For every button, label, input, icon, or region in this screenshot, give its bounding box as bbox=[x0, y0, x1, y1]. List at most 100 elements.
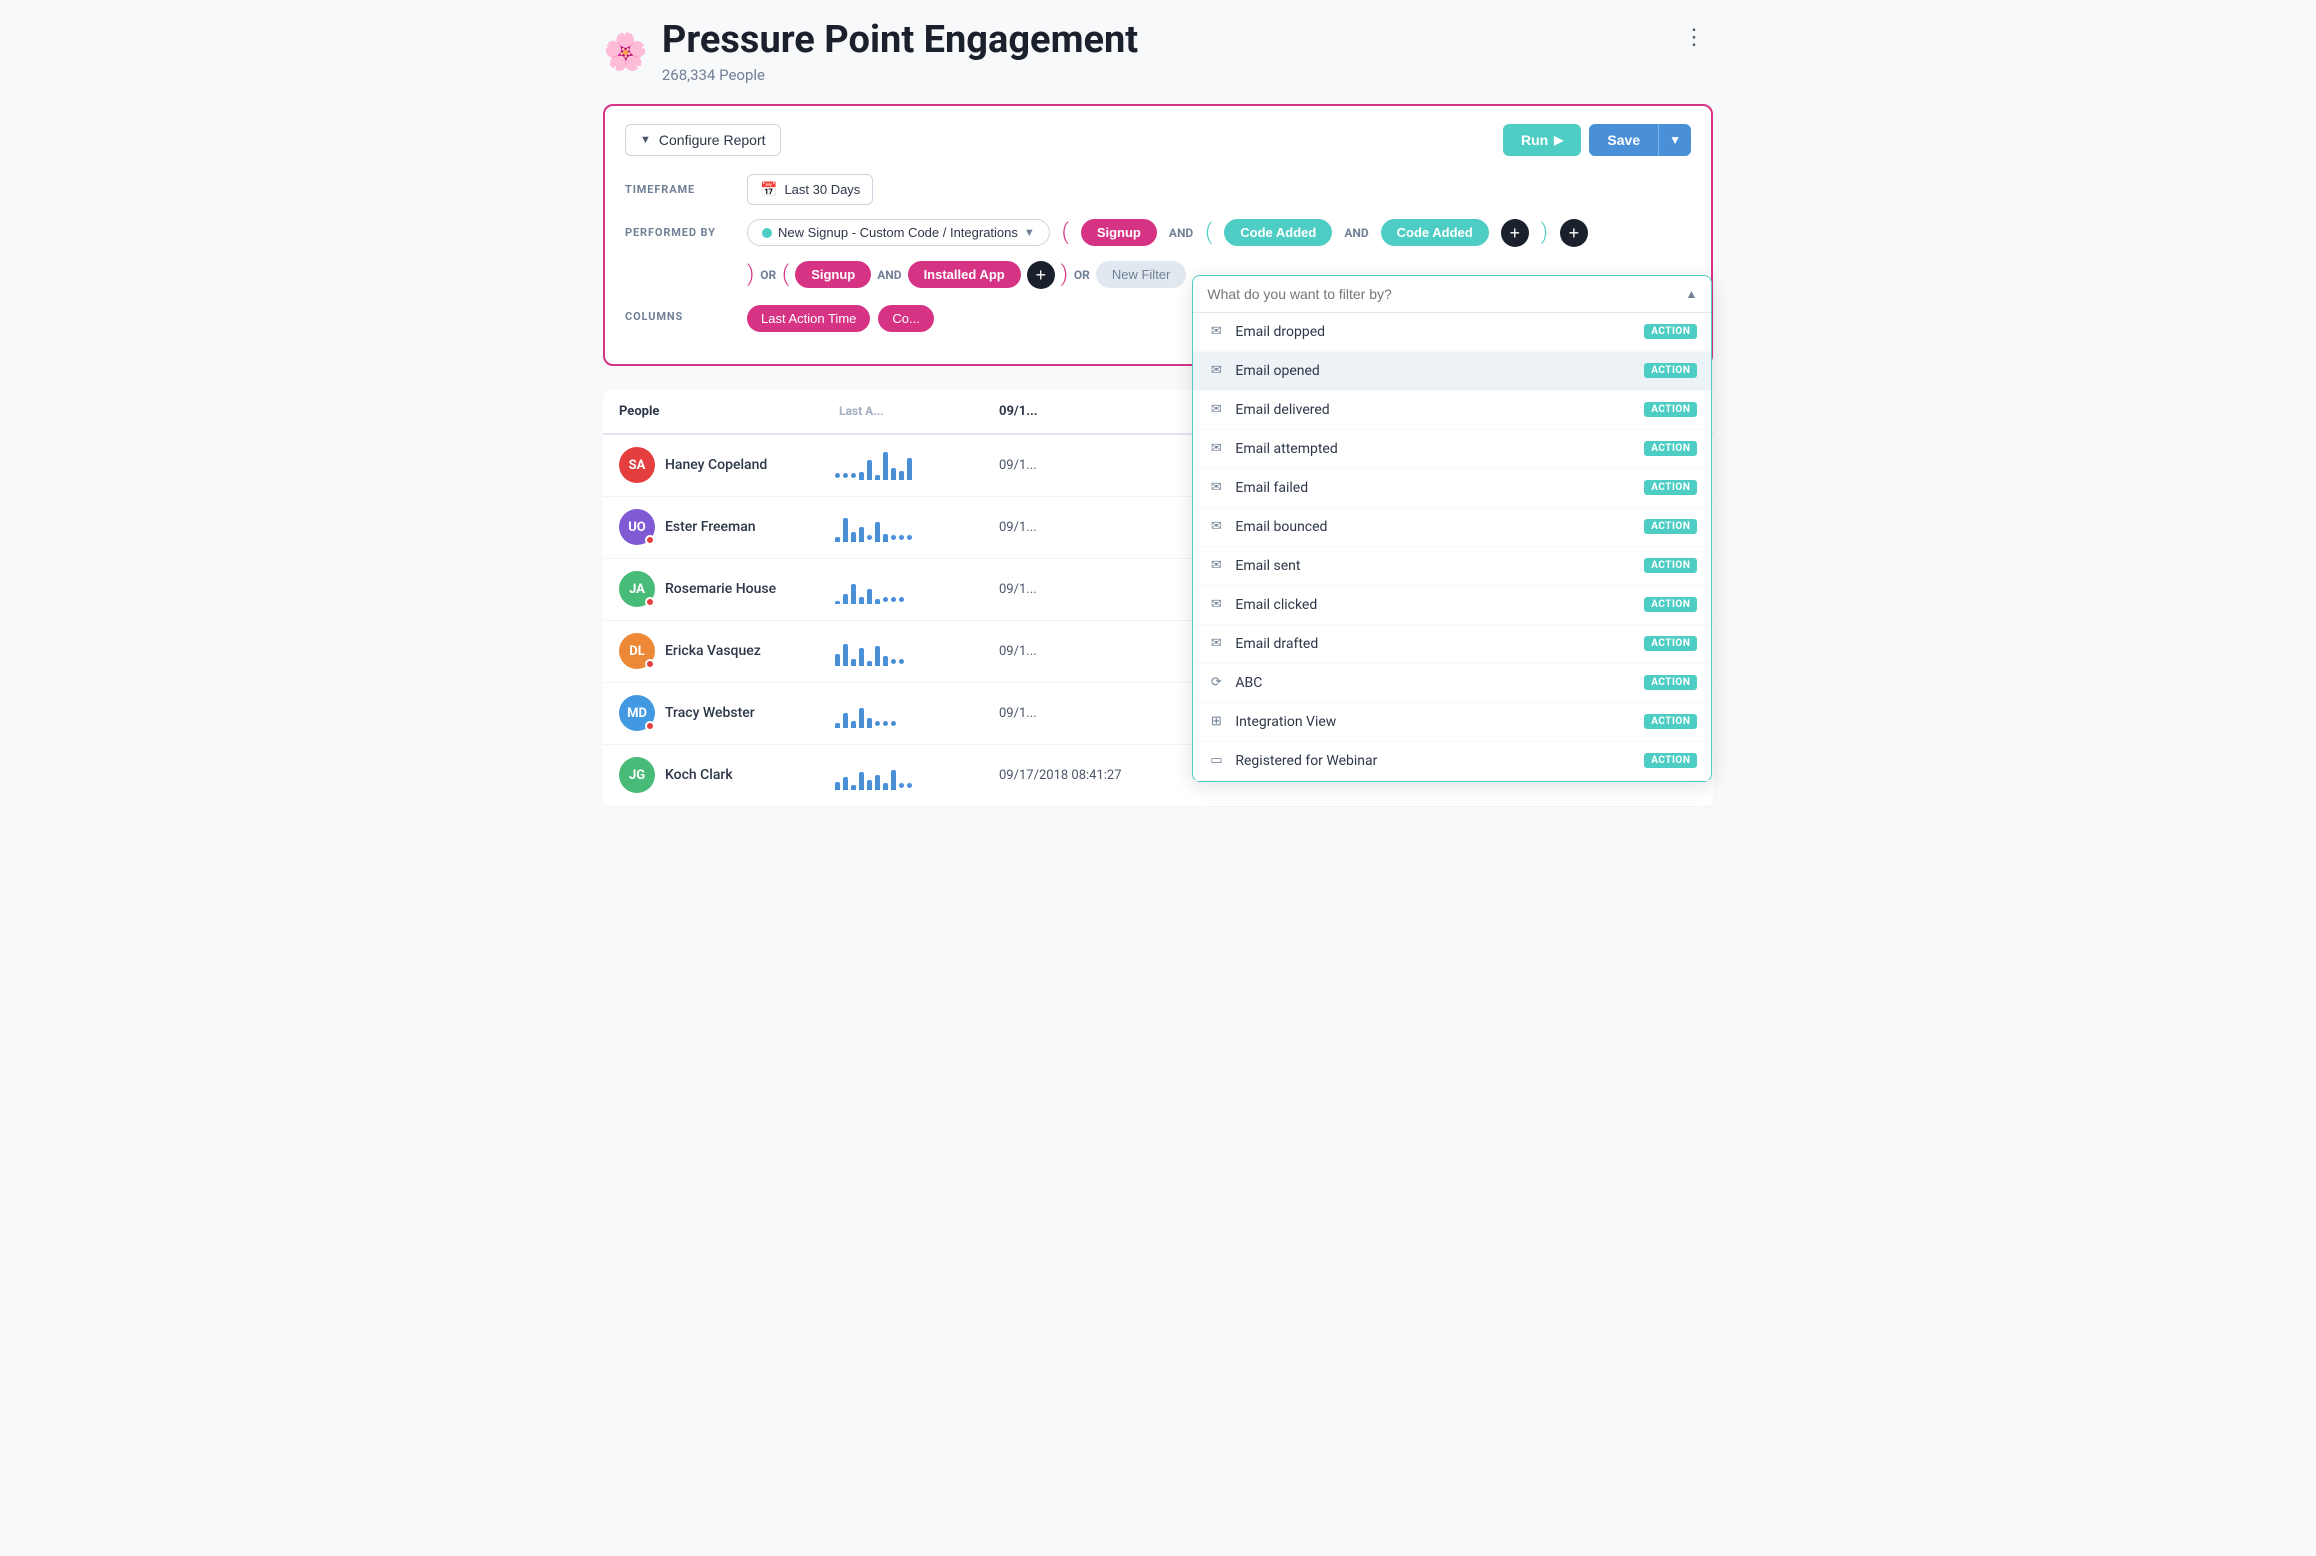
last-action-time-pill[interactable]: Last Action Time bbox=[747, 305, 870, 332]
action-badge-8: ACTION bbox=[1644, 636, 1697, 651]
page-header: 🌸 Pressure Point Engagement 268,334 Peop… bbox=[603, 20, 1713, 84]
timeframe-button[interactable]: 📅 Last 30 Days bbox=[747, 174, 873, 205]
chevron-down-icon: ▼ bbox=[1024, 227, 1035, 239]
spark-bar bbox=[867, 589, 872, 604]
signup-pill-2[interactable]: Signup bbox=[795, 261, 871, 288]
filter-item-abc[interactable]: ⟳ ABC ACTION bbox=[1193, 664, 1711, 703]
filter-item-email-failed[interactable]: ✉ Email failed ACTION bbox=[1193, 469, 1711, 508]
spark-dot bbox=[835, 473, 840, 478]
spark-bar bbox=[875, 646, 880, 666]
configure-top-bar: ▼ Configure Report Run ▶ Save ▼ bbox=[625, 124, 1691, 156]
filter-item-registered-webinar[interactable]: ▭ Registered for Webinar ACTION bbox=[1193, 742, 1711, 781]
filter-item-email-dropped[interactable]: ✉ Email dropped ACTION bbox=[1193, 313, 1711, 352]
spark-dot bbox=[883, 597, 888, 602]
spark-dot bbox=[867, 535, 872, 540]
spark-dot bbox=[851, 473, 856, 478]
spark-bar bbox=[875, 599, 880, 604]
email-icon: ✉ bbox=[1207, 479, 1225, 497]
filter-label-abc: ABC bbox=[1235, 675, 1262, 691]
filter-label-integration-view: Integration View bbox=[1235, 714, 1336, 730]
configure-report-label: Configure Report bbox=[659, 132, 766, 148]
signup-pill-1[interactable]: Signup bbox=[1081, 219, 1157, 246]
add-filter-button-2[interactable]: + bbox=[1560, 219, 1588, 247]
spark-bar bbox=[851, 584, 856, 604]
spark-dot bbox=[891, 721, 896, 726]
spark-dot bbox=[875, 721, 880, 726]
filter-item-email-sent[interactable]: ✉ Email sent ACTION bbox=[1193, 547, 1711, 586]
spark-bar bbox=[859, 772, 864, 790]
person-cell: SA Haney Copeland bbox=[603, 435, 823, 495]
spark-bar bbox=[867, 718, 872, 728]
action-badge-7: ACTION bbox=[1644, 597, 1697, 612]
email-icon: ✉ bbox=[1207, 440, 1225, 458]
filter-label-email-sent: Email sent bbox=[1235, 558, 1300, 574]
spark-bar bbox=[859, 708, 864, 728]
code-added-pill-2[interactable]: Code Added bbox=[1381, 219, 1489, 246]
header-menu-button[interactable]: ⋮ bbox=[1675, 20, 1713, 54]
filter-item-integration-view[interactable]: ⊞ Integration View ACTION bbox=[1193, 703, 1711, 742]
spark-dot bbox=[891, 659, 896, 664]
action-badge-10: ACTION bbox=[1644, 714, 1697, 729]
installed-app-pill[interactable]: Installed App bbox=[908, 261, 1021, 288]
spark-bar bbox=[859, 597, 864, 604]
filter-item-email-bounced[interactable]: ✉ Email bounced ACTION bbox=[1193, 508, 1711, 547]
avatar: JG bbox=[619, 757, 655, 793]
co-pill[interactable]: Co... bbox=[878, 305, 933, 332]
play-icon: ▶ bbox=[1554, 133, 1563, 147]
spark-dot bbox=[883, 721, 888, 726]
person-name: Haney Copeland bbox=[665, 457, 767, 473]
chevron-up-icon[interactable]: ▲ bbox=[1685, 287, 1697, 301]
filter-item-email-clicked[interactable]: ✉ Email clicked ACTION bbox=[1193, 586, 1711, 625]
sparkline bbox=[835, 450, 971, 480]
add-filter-button-3[interactable]: + bbox=[1027, 261, 1055, 289]
spark-dot bbox=[907, 783, 912, 788]
code-added-pill-1[interactable]: Code Added bbox=[1224, 219, 1332, 246]
run-button[interactable]: Run ▶ bbox=[1503, 124, 1581, 156]
avatar: SA bbox=[619, 447, 655, 483]
filter-label-email-delivered: Email delivered bbox=[1235, 402, 1329, 418]
calendar-icon: 📅 bbox=[760, 181, 777, 198]
filter-search-row: ▲ bbox=[1193, 276, 1711, 313]
action-badge-0: ACTION bbox=[1644, 324, 1697, 339]
spark-bar bbox=[867, 460, 872, 480]
or-label-1: OR bbox=[760, 268, 776, 282]
spark-bar bbox=[851, 532, 856, 542]
filter-item-email-drafted[interactable]: ✉ Email drafted ACTION bbox=[1193, 625, 1711, 664]
new-filter-button[interactable]: New Filter bbox=[1096, 261, 1187, 288]
add-filter-button-1[interactable]: + bbox=[1501, 219, 1529, 247]
webinar-icon: ▭ bbox=[1207, 752, 1225, 770]
filter-label-registered-webinar: Registered for Webinar bbox=[1235, 753, 1377, 769]
save-dropdown-button[interactable]: ▼ bbox=[1658, 124, 1691, 156]
columns-pills: Last Action Time Co... bbox=[747, 305, 934, 332]
filter-dropdown-panel: ▲ ✉ Email dropped ACTION ✉ Email open bbox=[1192, 275, 1712, 782]
email-icon: ✉ bbox=[1207, 323, 1225, 341]
spark-bar bbox=[899, 471, 904, 480]
filter-item-email-delivered[interactable]: ✉ Email delivered ACTION bbox=[1193, 391, 1711, 430]
action-badge-3: ACTION bbox=[1644, 441, 1697, 456]
spark-dot bbox=[843, 473, 848, 478]
sparkline bbox=[835, 698, 971, 728]
filter-item-email-attempted[interactable]: ✉ Email attempted ACTION bbox=[1193, 430, 1711, 469]
top-actions: Run ▶ Save ▼ bbox=[1503, 124, 1691, 156]
or-label-2: OR bbox=[1074, 268, 1090, 282]
sparkline-cell bbox=[823, 512, 983, 542]
performed-by-dropdown[interactable]: New Signup - Custom Code / Integrations … bbox=[747, 219, 1050, 246]
person-name: Tracy Webster bbox=[665, 705, 755, 721]
person-cell: JG Koch Clark bbox=[603, 745, 823, 805]
and-label-2: AND bbox=[1344, 226, 1368, 240]
spark-bar bbox=[835, 537, 840, 542]
spark-bar bbox=[859, 527, 864, 542]
save-button[interactable]: Save bbox=[1589, 124, 1658, 156]
filter-label-email-drafted: Email drafted bbox=[1235, 636, 1318, 652]
columns-label: COLUMNS bbox=[625, 310, 735, 323]
spark-bar bbox=[843, 594, 848, 604]
action-badge-5: ACTION bbox=[1644, 519, 1697, 534]
spark-bar bbox=[851, 659, 856, 666]
spark-bar bbox=[835, 601, 840, 604]
configure-report-button[interactable]: ▼ Configure Report bbox=[625, 124, 781, 156]
sparkline-cell bbox=[823, 450, 983, 480]
and-label-1: AND bbox=[1169, 226, 1193, 240]
spark-dot bbox=[899, 659, 904, 664]
filter-search-input[interactable] bbox=[1207, 286, 1677, 302]
filter-item-email-opened[interactable]: ✉ Email opened ACTION bbox=[1193, 352, 1711, 391]
